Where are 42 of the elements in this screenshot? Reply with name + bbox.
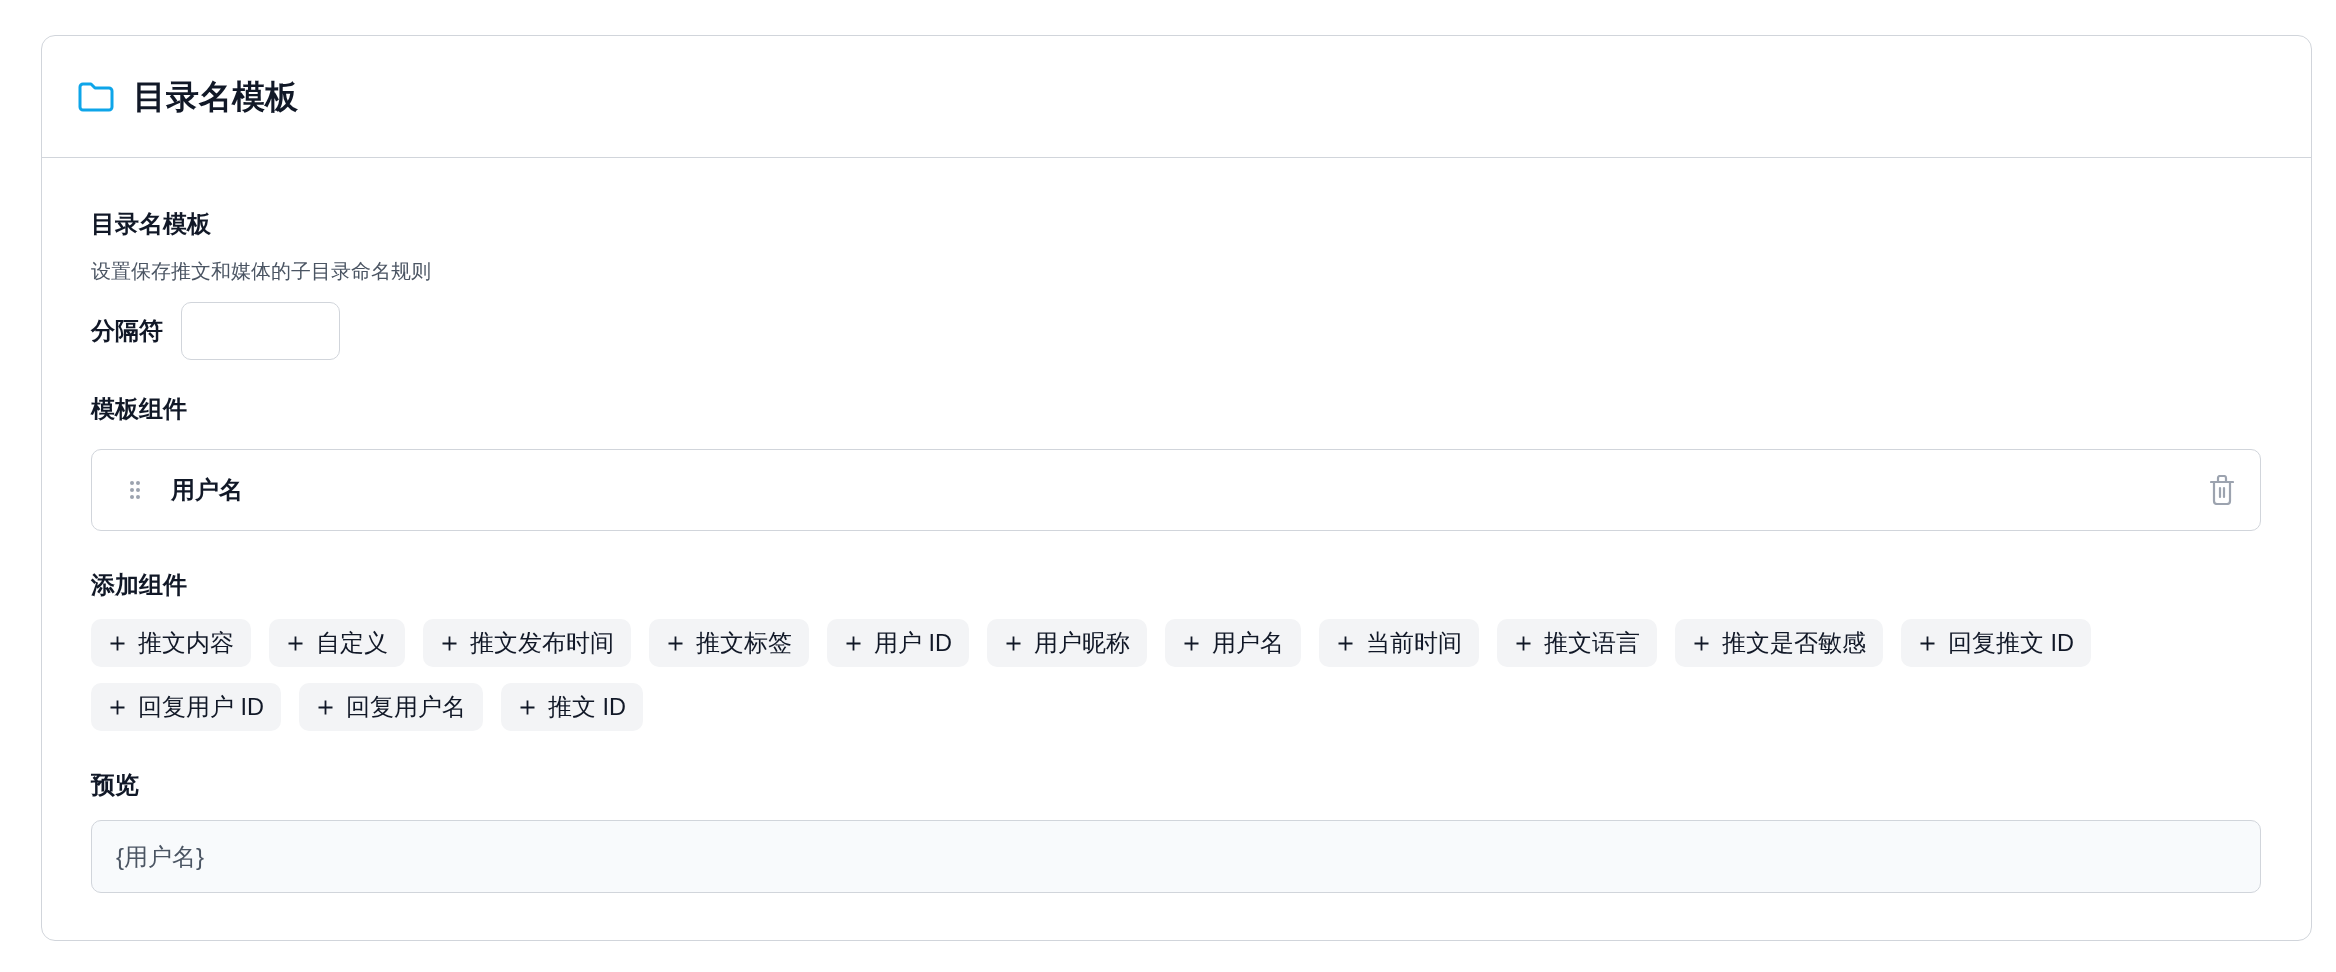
component-row[interactable]: 用户名 [91,449,2261,531]
add-component-chip[interactable]: 推文内容 [91,619,251,667]
plus-icon [1694,635,1710,651]
component-name: 用户名 [171,475,243,505]
separator-input-field[interactable] [181,302,340,360]
preview-label: 预览 [91,770,140,800]
add-component-chip[interactable]: 推文是否敏感 [1675,619,1884,667]
plus-icon [288,635,303,651]
add-component-chip[interactable]: 用户 ID [827,619,970,667]
add-component-chip[interactable]: 回复用户 ID [91,683,282,731]
add-component-chip[interactable]: 回复用户名 [299,683,484,731]
plus-icon [1338,635,1354,651]
preview-field: {用户名} [91,820,2261,893]
add-component-chip[interactable]: 当前时间 [1319,619,1480,667]
add-component-chip[interactable]: 推文发布时间 [423,619,631,667]
panel-title: 目录名模板 [133,76,298,117]
add-component-chip[interactable]: 回复推文 ID [1901,619,2092,667]
separator-label: 分隔符 [91,316,163,346]
trash-icon[interactable] [2210,475,2234,505]
plus-icon [1184,635,1200,651]
plus-icon [110,699,125,715]
plus-icon [1516,635,1532,651]
section-label: 目录名模板 [91,209,212,239]
section-description: 设置保存推文和媒体的子目录命名规则 [91,259,432,284]
add-component-chip[interactable]: 自定义 [269,619,405,667]
plus-icon [1006,635,1022,651]
plus-icon [1920,635,1936,651]
add-component-chip[interactable]: 推文语言 [1497,619,1658,667]
add-component-chip[interactable]: 用户名 [1165,619,1302,667]
folder-icon [78,81,114,112]
template-components-label: 模板组件 [91,394,188,424]
add-components-label: 添加组件 [91,570,188,600]
plus-icon [846,635,861,651]
plus-icon [668,635,683,651]
drag-handle-icon[interactable] [130,481,140,499]
add-component-chip[interactable]: 推文标签 [649,619,809,667]
plus-icon [318,699,334,715]
plus-icon [520,699,536,715]
plus-icon [110,635,125,651]
add-component-chip[interactable]: 用户昵称 [987,619,1148,667]
add-component-chip[interactable]: 推文 ID [501,683,644,731]
plus-icon [442,635,457,651]
